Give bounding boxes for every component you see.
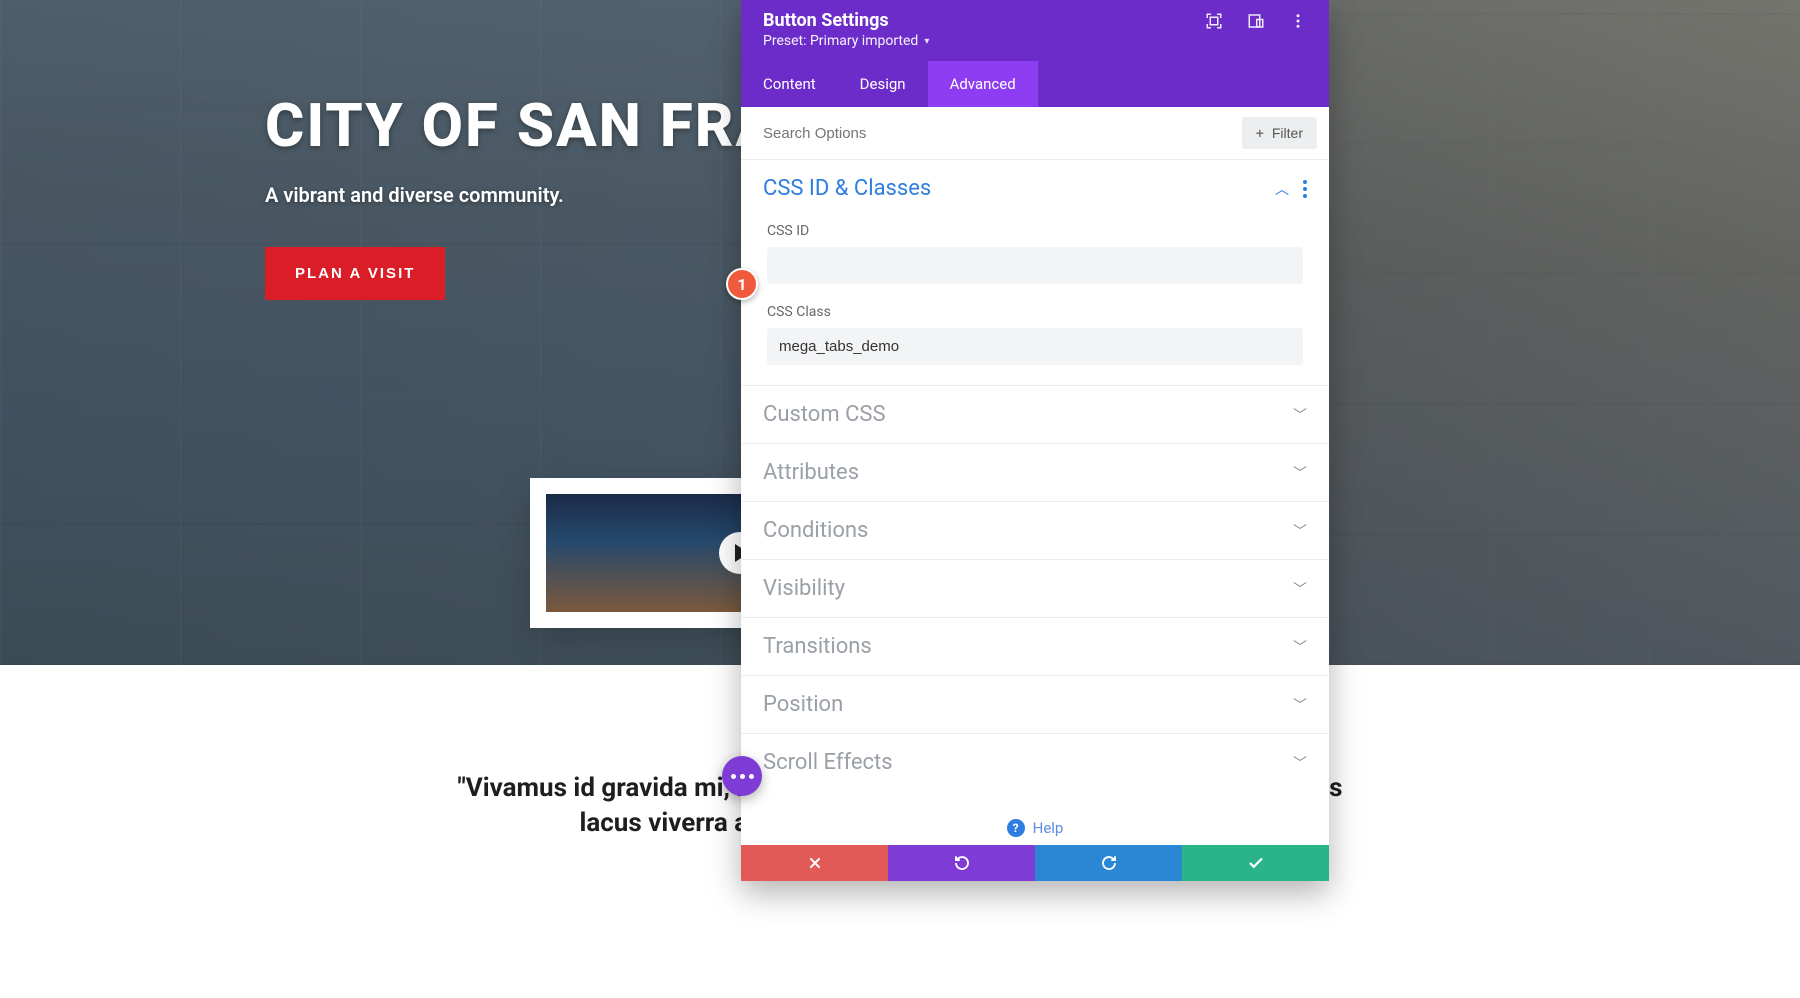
panel-tabs: Content Design Advanced: [741, 61, 1329, 107]
panel-header-actions: [1205, 12, 1307, 30]
section-head-css-id-classes[interactable]: CSS ID & Classes ︿: [741, 160, 1329, 217]
section-title-visibility: Visibility: [763, 576, 845, 601]
section-visibility: Visibility ﹀: [741, 560, 1329, 618]
save-button[interactable]: [1182, 845, 1329, 881]
panel-header: Button Settings Preset: Primary imported…: [741, 0, 1329, 107]
expand-icon[interactable]: [1205, 12, 1223, 30]
plus-icon: +: [1256, 125, 1264, 141]
preset-selector[interactable]: Preset: Primary imported ▾: [741, 33, 1329, 61]
section-content-css-id-classes: CSS ID CSS Class: [741, 223, 1329, 385]
annotation-badge-1: 1: [726, 268, 758, 300]
section-conditions: Conditions ﹀: [741, 502, 1329, 560]
redo-button[interactable]: [1035, 845, 1182, 881]
section-custom-css: Custom CSS ﹀: [741, 386, 1329, 444]
responsive-icon[interactable]: [1247, 12, 1265, 30]
css-id-input[interactable]: [767, 247, 1303, 284]
help-icon: ?: [1007, 819, 1025, 837]
section-head-position[interactable]: Position ﹀: [741, 676, 1329, 733]
section-title-custom-css: Custom CSS: [763, 402, 886, 427]
chevron-down-icon: ﹀: [1293, 637, 1307, 657]
cancel-button[interactable]: [741, 845, 888, 881]
chevron-down-icon: ﹀: [1293, 463, 1307, 483]
section-head-custom-css[interactable]: Custom CSS ﹀: [741, 386, 1329, 443]
section-title-css-id-classes: CSS ID & Classes: [763, 176, 931, 201]
preset-label: Preset: Primary imported: [763, 33, 918, 49]
tab-advanced[interactable]: Advanced: [928, 61, 1038, 107]
tab-design[interactable]: Design: [838, 61, 928, 107]
section-transitions: Transitions ﹀: [741, 618, 1329, 676]
section-head-visibility[interactable]: Visibility ﹀: [741, 560, 1329, 617]
section-title-transitions: Transitions: [763, 634, 872, 659]
chevron-down-icon: ﹀: [1293, 521, 1307, 541]
chevron-down-icon: ﹀: [1293, 753, 1307, 773]
section-head-conditions[interactable]: Conditions ﹀: [741, 502, 1329, 559]
section-title-position: Position: [763, 692, 843, 717]
redo-icon: [1100, 854, 1118, 872]
section-head-attributes[interactable]: Attributes ﹀: [741, 444, 1329, 501]
undo-icon: [953, 854, 971, 872]
plan-a-visit-button[interactable]: PLAN A VISIT: [265, 247, 445, 300]
section-title-scroll-effects: Scroll Effects: [763, 750, 893, 775]
section-head-scroll-effects[interactable]: Scroll Effects ﹀: [741, 734, 1329, 791]
help-label: Help: [1033, 819, 1064, 837]
search-row: + Filter: [741, 107, 1329, 160]
tab-content[interactable]: Content: [741, 61, 838, 107]
chevron-up-icon: ︿: [1275, 179, 1289, 199]
css-class-input[interactable]: [767, 328, 1303, 365]
hero-right-slice: [1329, 0, 1800, 665]
section-attributes: Attributes ﹀: [741, 444, 1329, 502]
section-css-id-classes: CSS ID & Classes ︿ CSS ID CSS Class: [741, 160, 1329, 386]
undo-button[interactable]: [888, 845, 1035, 881]
search-input[interactable]: [763, 125, 1242, 142]
panel-body: CSS ID & Classes ︿ CSS ID CSS Class Cust…: [741, 160, 1329, 845]
close-icon: [807, 855, 823, 871]
filter-label: Filter: [1272, 125, 1303, 141]
section-title-conditions: Conditions: [763, 518, 868, 543]
section-title-attributes: Attributes: [763, 460, 859, 485]
chevron-down-icon: ﹀: [1293, 405, 1307, 425]
filter-button[interactable]: + Filter: [1242, 117, 1317, 149]
chevron-down-icon: ▾: [924, 36, 929, 47]
css-class-label: CSS Class: [767, 304, 1303, 320]
button-settings-panel: Button Settings Preset: Primary imported…: [741, 0, 1329, 881]
css-id-label: CSS ID: [767, 223, 1303, 239]
section-head-transitions[interactable]: Transitions ﹀: [741, 618, 1329, 675]
chevron-down-icon: ﹀: [1293, 695, 1307, 715]
chevron-down-icon: ﹀: [1293, 579, 1307, 599]
floating-more-button[interactable]: [722, 756, 762, 796]
more-icon[interactable]: [1289, 12, 1307, 30]
panel-footer: [741, 845, 1329, 881]
panel-title: Button Settings: [763, 10, 889, 31]
help-row[interactable]: ? Help: [741, 791, 1329, 845]
section-position: Position ﹀: [741, 676, 1329, 734]
section-more-icon[interactable]: [1303, 180, 1307, 198]
section-scroll-effects: Scroll Effects ﹀: [741, 734, 1329, 791]
check-icon: [1247, 854, 1265, 872]
